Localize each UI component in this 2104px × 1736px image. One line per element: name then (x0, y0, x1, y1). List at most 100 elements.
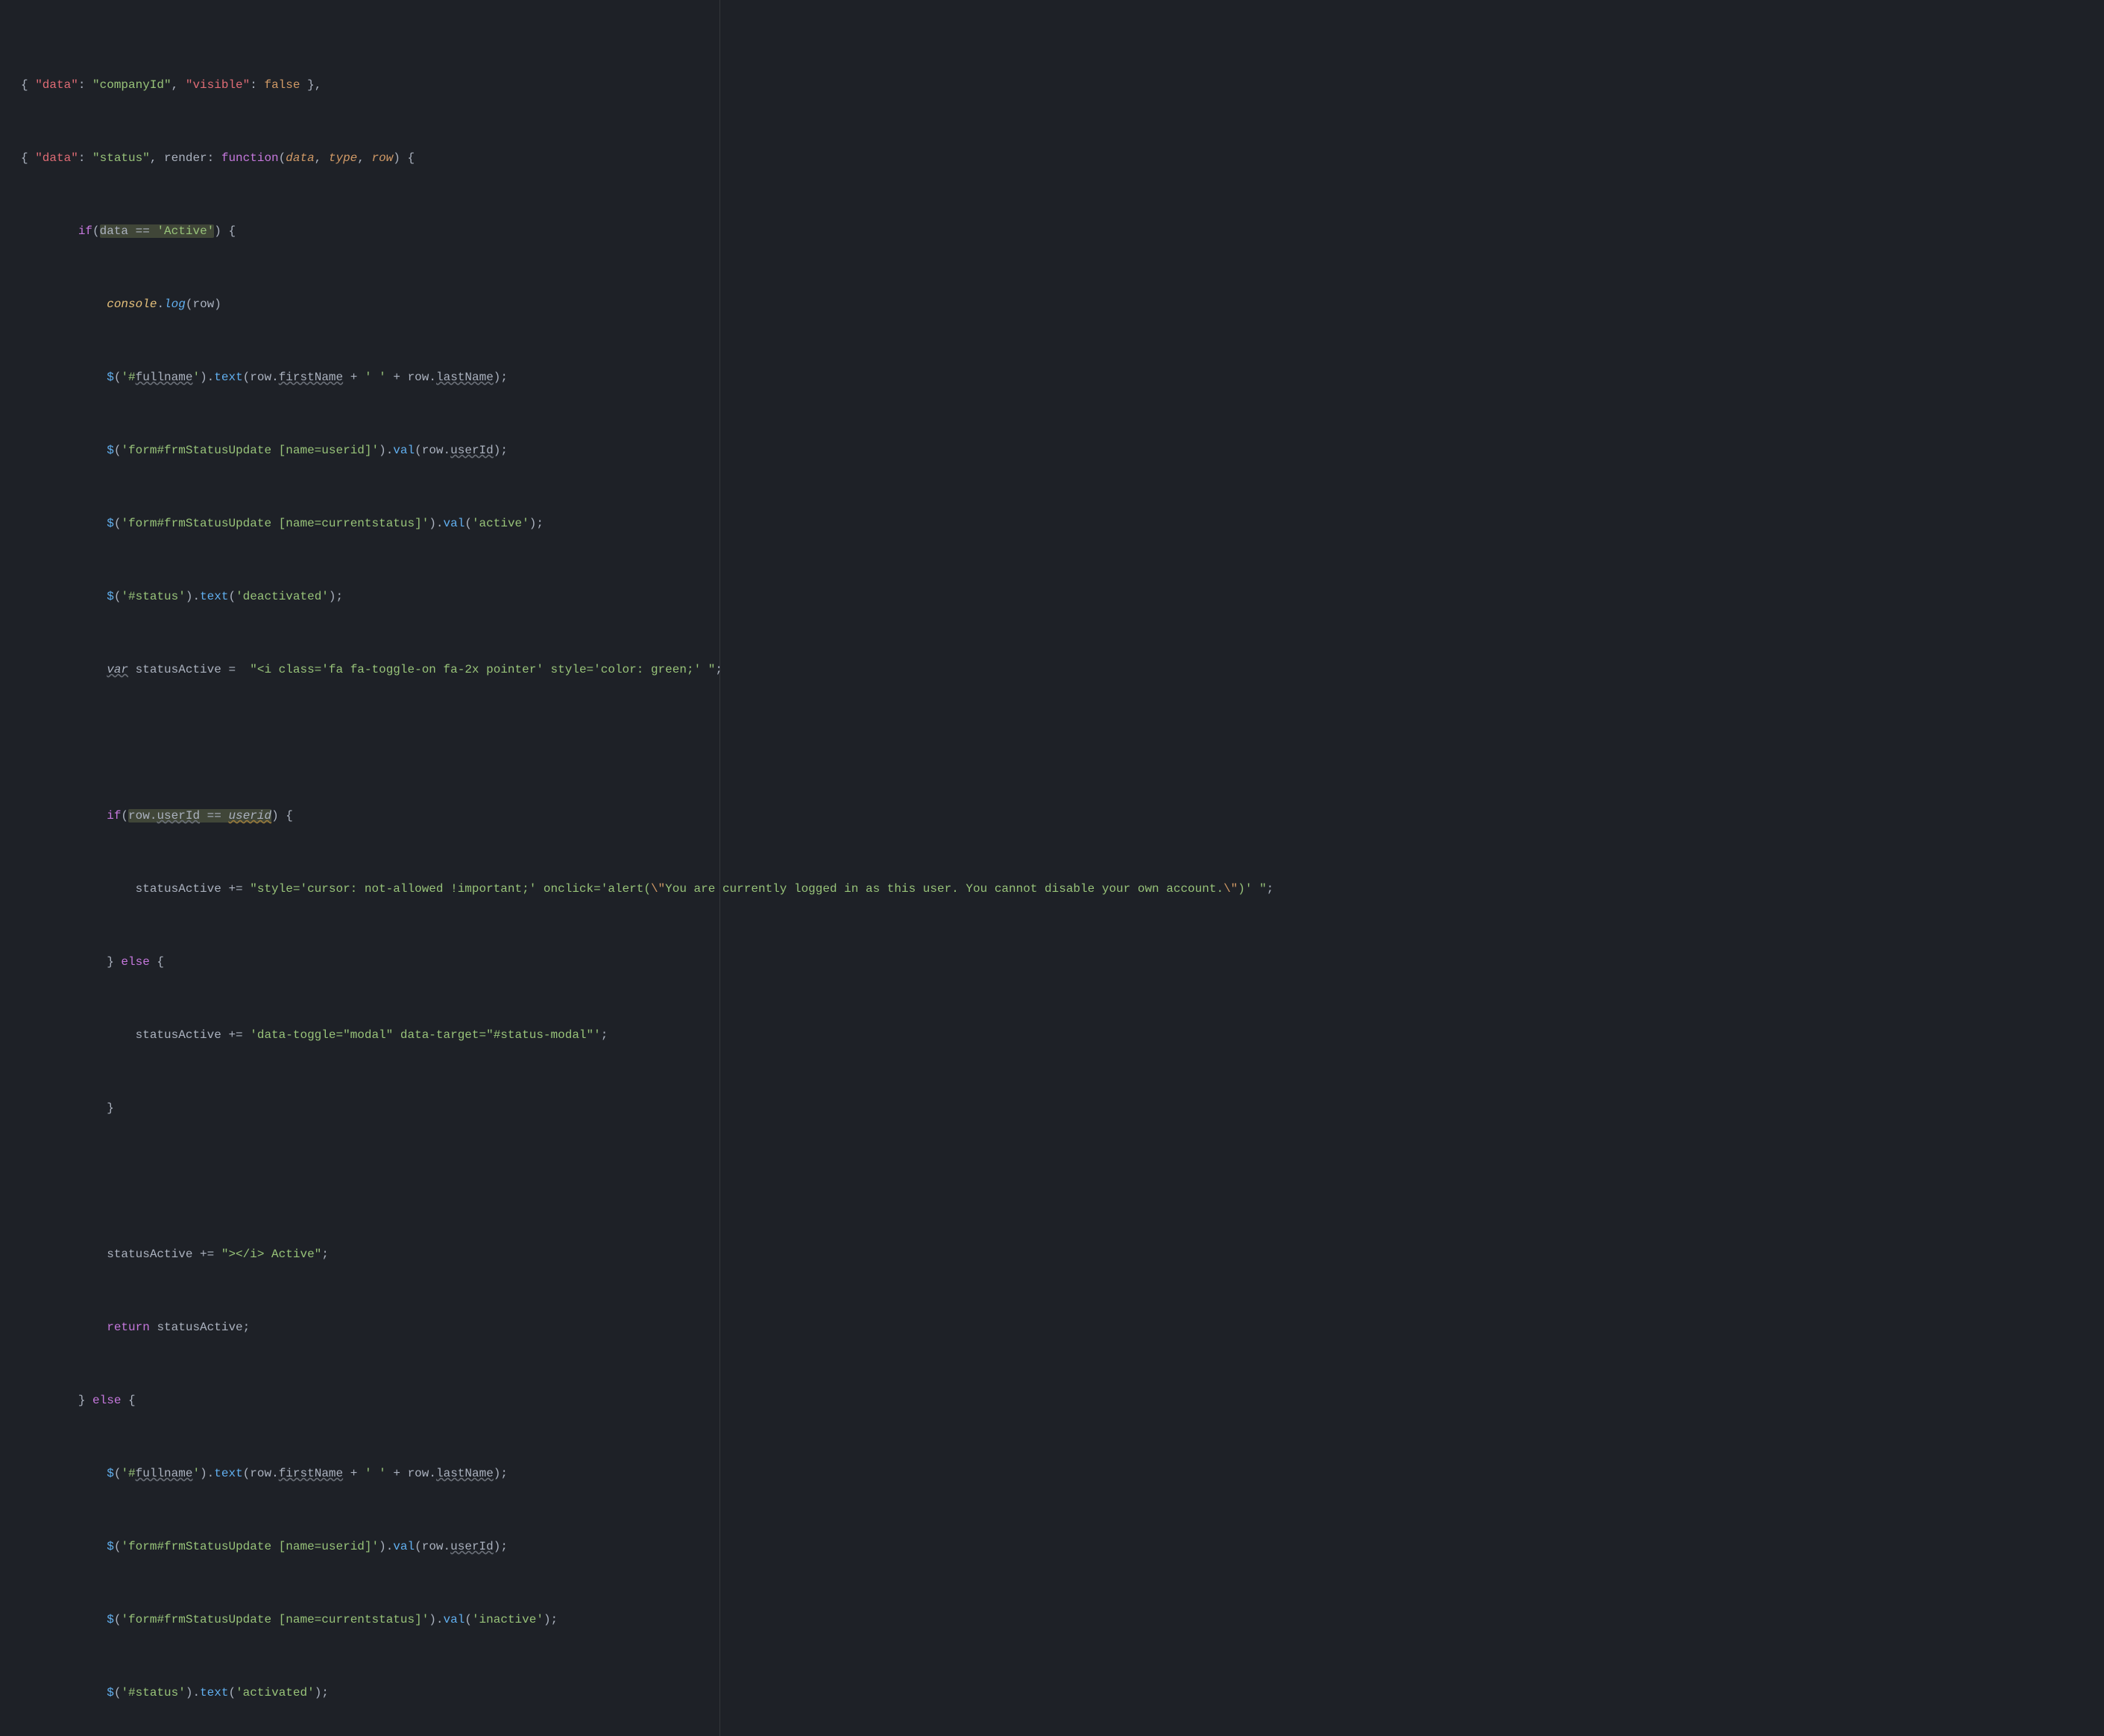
method: text (214, 1467, 242, 1480)
code-line[interactable]: $('form#frmStatusUpdate [name=userid]').… (21, 441, 2104, 460)
string: ' (192, 371, 200, 384)
code-line[interactable]: if(row.userId == userid) { (21, 807, 2104, 825)
indent (21, 663, 107, 676)
ident: row (408, 371, 429, 384)
string: 'inactive' (472, 1613, 544, 1626)
string: You are currently logged in as this user… (665, 882, 1223, 896)
keyword: return (107, 1321, 150, 1334)
punct: ); (544, 1613, 558, 1626)
punct: ( (114, 1613, 122, 1626)
jquery: $ (107, 517, 114, 530)
punct: . (271, 1467, 279, 1480)
string: 'active' (472, 517, 529, 530)
ident: row (422, 444, 444, 457)
string: '# (121, 1467, 135, 1480)
string: 'deactivated' (236, 590, 329, 603)
indent: } (21, 955, 121, 969)
punct: ); (494, 371, 508, 384)
code-line[interactable]: $('form#frmStatusUpdate [name=currentsta… (21, 1611, 2104, 1629)
code-line[interactable]: console.log(row) (21, 295, 2104, 314)
punct: ( (243, 371, 251, 384)
indent (21, 371, 107, 384)
code-line[interactable]: statusActive += 'data-toggle="modal" dat… (21, 1026, 2104, 1045)
ident: row (192, 298, 214, 311)
punct: + (386, 1467, 408, 1480)
indent (21, 224, 78, 238)
punct: ; (321, 1248, 329, 1261)
punct: { (150, 955, 164, 969)
ident-highlight: data (100, 224, 128, 238)
punct: ; (1267, 882, 1274, 896)
punct: ) { (393, 151, 415, 165)
punct: ( (121, 809, 128, 823)
string: 'form#frmStatusUpdate [name=userid]' (121, 1540, 379, 1553)
code-line[interactable]: $('#fullname').text(row.firstName + ' ' … (21, 368, 2104, 387)
code-line[interactable]: var statusActive = "<i class='fa fa-togg… (21, 661, 2104, 679)
punct: ( (415, 444, 422, 457)
code-line[interactable]: if(data == 'Active') { (21, 222, 2104, 241)
code-line[interactable]: } (21, 1099, 2104, 1118)
code-line[interactable]: statusActive += "></i> Active"; (21, 1245, 2104, 1264)
punct: ); (315, 1686, 329, 1699)
indent (21, 1686, 107, 1699)
code-line[interactable]: } else { (21, 1391, 2104, 1410)
op: == (136, 224, 150, 238)
punct: { (21, 78, 35, 92)
punct: ). (429, 517, 443, 530)
string: ' ' (365, 371, 386, 384)
string-warn: fullname (136, 1467, 193, 1480)
punct: , (150, 151, 164, 165)
string: ' ' (365, 1467, 386, 1480)
method: val (393, 1540, 415, 1553)
code-line[interactable]: $('#fullname').text(row.firstName + ' ' … (21, 1465, 2104, 1483)
punct: , (357, 151, 371, 165)
jquery: $ (107, 1467, 114, 1480)
ident: statusActive (136, 663, 221, 676)
code-line[interactable]: { "data": "status", render: function(dat… (21, 149, 2104, 168)
string: "<i class='fa fa-toggle-on fa-2x pointer… (250, 663, 715, 676)
punct: ( (114, 371, 122, 384)
punct: . (429, 371, 436, 384)
ident: statusActive (157, 1321, 242, 1334)
code-line[interactable]: $('form#frmStatusUpdate [name=userid]').… (21, 1538, 2104, 1556)
param: type (329, 151, 357, 165)
jquery: $ (107, 371, 114, 384)
code-line[interactable]: $('#status').text('activated'); (21, 1684, 2104, 1702)
code-line-blank[interactable] (21, 1172, 2104, 1191)
code-line[interactable]: $('#status').text('deactivated'); (21, 588, 2104, 606)
code-line[interactable]: $('form#frmStatusUpdate [name=currentsta… (21, 515, 2104, 533)
code-line[interactable]: return statusActive; (21, 1318, 2104, 1337)
code-editor[interactable]: { "data": "companyId", "visible": false … (0, 0, 2104, 1736)
indent (21, 1028, 136, 1042)
code-line[interactable]: } else { (21, 953, 2104, 972)
punct (200, 809, 207, 823)
punct: , (171, 78, 186, 92)
string: 'Active' (157, 224, 214, 238)
jquery: $ (107, 1540, 114, 1553)
ident-unresolved: userid (228, 809, 271, 823)
punct: ); (329, 590, 343, 603)
prop: firstName (279, 371, 343, 384)
method: log (164, 298, 186, 311)
string: '# (121, 371, 135, 384)
punct: ). (186, 590, 200, 603)
prop: userId (450, 444, 494, 457)
code-line[interactable]: { "data": "companyId", "visible": false … (21, 76, 2104, 95)
escape: \" (651, 882, 665, 896)
punct: , (315, 151, 329, 165)
string-warn: fullname (136, 371, 193, 384)
punct: . (444, 1540, 451, 1553)
ident: statusActive (136, 882, 221, 896)
punct: ); (529, 517, 544, 530)
ident: statusActive (136, 1028, 221, 1042)
punct: . (271, 371, 279, 384)
punct: += (221, 882, 250, 896)
op: == (207, 809, 221, 823)
indent (21, 517, 107, 530)
code-line-blank[interactable] (21, 734, 2104, 752)
indent (21, 882, 136, 896)
escape: \" (1223, 882, 1238, 896)
punct: ( (243, 1467, 251, 1480)
object-key: "visible" (186, 78, 250, 92)
code-line[interactable]: statusActive += "style='cursor: not-allo… (21, 880, 2104, 899)
